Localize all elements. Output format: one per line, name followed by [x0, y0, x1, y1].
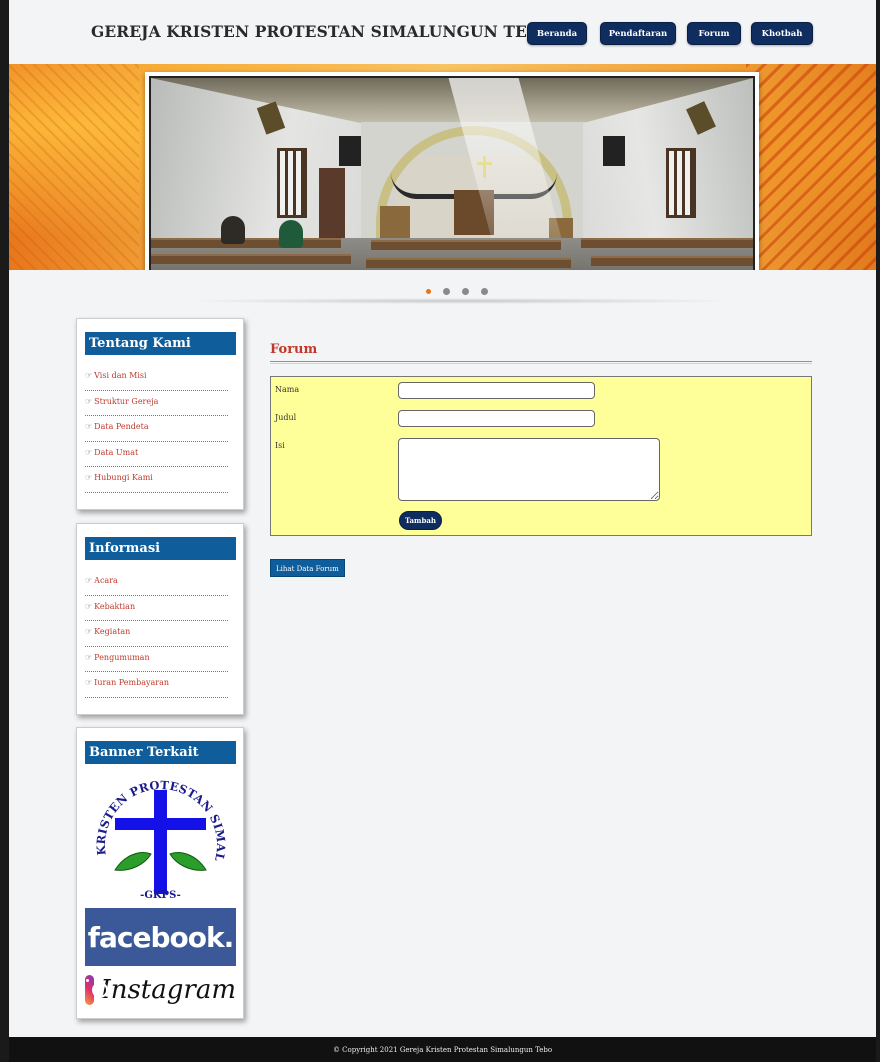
nav-forum[interactable]: Forum — [687, 22, 741, 45]
gkps-logo-graphic: GEREJA KRISTEN PROTESTAN SIMALUNGUN -GKP… — [79, 757, 228, 901]
nama-label: Nama — [275, 385, 300, 394]
sidebar-item-visi-misi[interactable]: ☞ Visi dan Misi — [85, 365, 228, 391]
judul-input[interactable] — [398, 410, 595, 427]
nav-khotbah[interactable]: Khotbah — [751, 22, 813, 45]
slider-dot-3[interactable] — [462, 288, 469, 295]
slider-dot-1[interactable] — [426, 289, 431, 294]
pointing-hand-icon: ☞ — [85, 422, 93, 431]
sidebar-item-label: Data Pendeta — [94, 422, 149, 431]
sidebar-item-kebaktian[interactable]: ☞ Kebaktian — [85, 596, 228, 621]
sidebar-item-data-pendeta[interactable]: ☞ Data Pendeta — [85, 416, 228, 442]
nama-input[interactable] — [398, 382, 595, 399]
photo-window-left — [277, 148, 307, 218]
pointing-hand-icon: ☞ — [85, 601, 93, 611]
forum-form: Nama Judul Isi Tambah — [270, 376, 812, 536]
sidebar-item-label: Kebaktian — [94, 601, 136, 611]
pointing-hand-icon: ☞ — [85, 627, 93, 636]
nav-pendaftaran[interactable]: Pendaftaran — [600, 22, 676, 45]
sidebar-item-label: Hubungi Kami — [94, 473, 153, 482]
sidebar-item-struktur[interactable]: ☞ Struktur Gereja — [85, 391, 228, 416]
pointing-hand-icon: ☞ — [85, 652, 93, 662]
photo-pew — [591, 256, 753, 266]
sidebar-box-banner-terkait: Banner Terkait GEREJA KRISTEN PROTESTAN … — [76, 727, 244, 1019]
sidebar-title-informasi: Informasi — [85, 537, 236, 560]
facebook-logo-text: facebook. — [87, 920, 234, 954]
isi-textarea[interactable] — [398, 438, 660, 501]
related-banners: GEREJA KRISTEN PROTESTAN SIMALUNGUN -GKP… — [79, 757, 236, 1014]
photo-pew — [151, 254, 351, 264]
isi-label: Isi — [275, 441, 285, 450]
sidebar-list-tentang-kami: ☞ Visi dan Misi ☞ Struktur Gereja ☞ Data Pe… — [85, 365, 228, 493]
right-border — [876, 0, 880, 1062]
slider-dot-2[interactable] — [443, 288, 450, 295]
facebook-banner[interactable]: facebook. — [85, 908, 236, 966]
image-slider[interactable] — [145, 72, 759, 270]
sidebar-item-label: Struktur Gereja — [94, 396, 159, 406]
nav-beranda[interactable]: Beranda — [527, 22, 587, 45]
sidebar-title-tentang-kami: Tentang Kami — [85, 332, 236, 355]
banner-pattern-right — [746, 64, 876, 270]
sidebar-item-label: Acara — [94, 576, 118, 585]
sidebar-item-kegiatan[interactable]: ☞ Kegiatan — [85, 621, 228, 647]
photo-pew — [366, 258, 571, 268]
photo-window-right — [666, 148, 696, 218]
sidebar-item-iuran[interactable]: ☞ Iuran Pembayaran — [85, 672, 228, 698]
title-divider — [270, 361, 812, 364]
sidebar-item-label: Kegiatan — [94, 627, 131, 636]
sidebar-list-informasi: ☞ Acara ☞ Kebaktian ☞ Kegiatan ☞ Pengumuman … — [85, 570, 228, 698]
copyright-text: © Copyright 2021 Gereja Kristen Protesta… — [332, 1045, 553, 1054]
page-title: Forum — [270, 342, 318, 357]
sidebar-box-informasi: Informasi ☞ Acara ☞ Kebaktian ☞ Kegiatan ☞ P… — [76, 523, 244, 715]
photo-person — [221, 216, 245, 244]
sidebar-item-label: Pengumuman — [94, 652, 150, 662]
header-banner — [9, 64, 876, 270]
pointing-hand-icon: ☞ — [85, 396, 93, 406]
logo-text-bottom: -GKPS- — [140, 890, 181, 901]
photo-pew — [581, 238, 753, 248]
gkps-logo[interactable]: GEREJA KRISTEN PROTESTAN SIMALUNGUN -GKP… — [79, 757, 236, 904]
photo-pew — [151, 238, 341, 248]
sidebar-item-data-umat[interactable]: ☞ Data Umat — [85, 442, 228, 467]
footer: © Copyright 2021 Gereja Kristen Protesta… — [9, 1037, 876, 1062]
sidebar-box-tentang-kami: Tentang Kami ☞ Visi dan Misi ☞ Struktur Ge… — [76, 318, 244, 510]
slider-shadow — [180, 298, 740, 304]
instagram-icon — [85, 975, 110, 1005]
photo-speaker-right — [603, 136, 625, 166]
sidebar-item-pengumuman[interactable]: ☞ Pengumuman — [85, 647, 228, 672]
sidebar-title-banner-terkait: Banner Terkait — [85, 741, 236, 764]
tambah-button[interactable]: Tambah — [399, 511, 442, 530]
sidebar-item-hubungi[interactable]: ☞ Hubungi Kami — [85, 467, 228, 493]
sidebar-item-label: Visi dan Misi — [94, 371, 147, 380]
header: GEREJA KRISTEN PROTESTAN SIMALUNGUN TEBO… — [9, 0, 876, 64]
photo-pew — [371, 240, 561, 250]
sidebar-item-acara[interactable]: ☞ Acara — [85, 570, 228, 596]
slider-image-church-interior — [149, 76, 755, 270]
pointing-hand-icon: ☞ — [85, 371, 93, 380]
sidebar-item-label: Iuran Pembayaran — [94, 678, 170, 687]
pointing-hand-icon: ☞ — [85, 447, 93, 457]
sidebar-item-label: Data Umat — [94, 447, 139, 457]
pointing-hand-icon: ☞ — [85, 678, 93, 687]
left-border — [0, 0, 9, 1062]
slider-pagination — [426, 288, 488, 295]
site-title: GEREJA KRISTEN PROTESTAN SIMALUNGUN TEBO — [91, 22, 554, 41]
instagram-logo-text: Instagram — [100, 975, 236, 1005]
instagram-banner[interactable]: Instagram — [85, 966, 236, 1014]
pointing-hand-icon: ☞ — [85, 473, 93, 482]
lihat-data-forum-button[interactable]: Lihat Data Forum — [270, 559, 345, 577]
judul-label: Judul — [275, 413, 297, 422]
slider-dot-4[interactable] — [481, 288, 488, 295]
banner-pattern-left — [9, 64, 139, 270]
photo-speaker-left — [339, 136, 361, 166]
pointing-hand-icon: ☞ — [85, 576, 93, 585]
photo-person — [279, 220, 303, 248]
photo-door — [319, 168, 345, 238]
